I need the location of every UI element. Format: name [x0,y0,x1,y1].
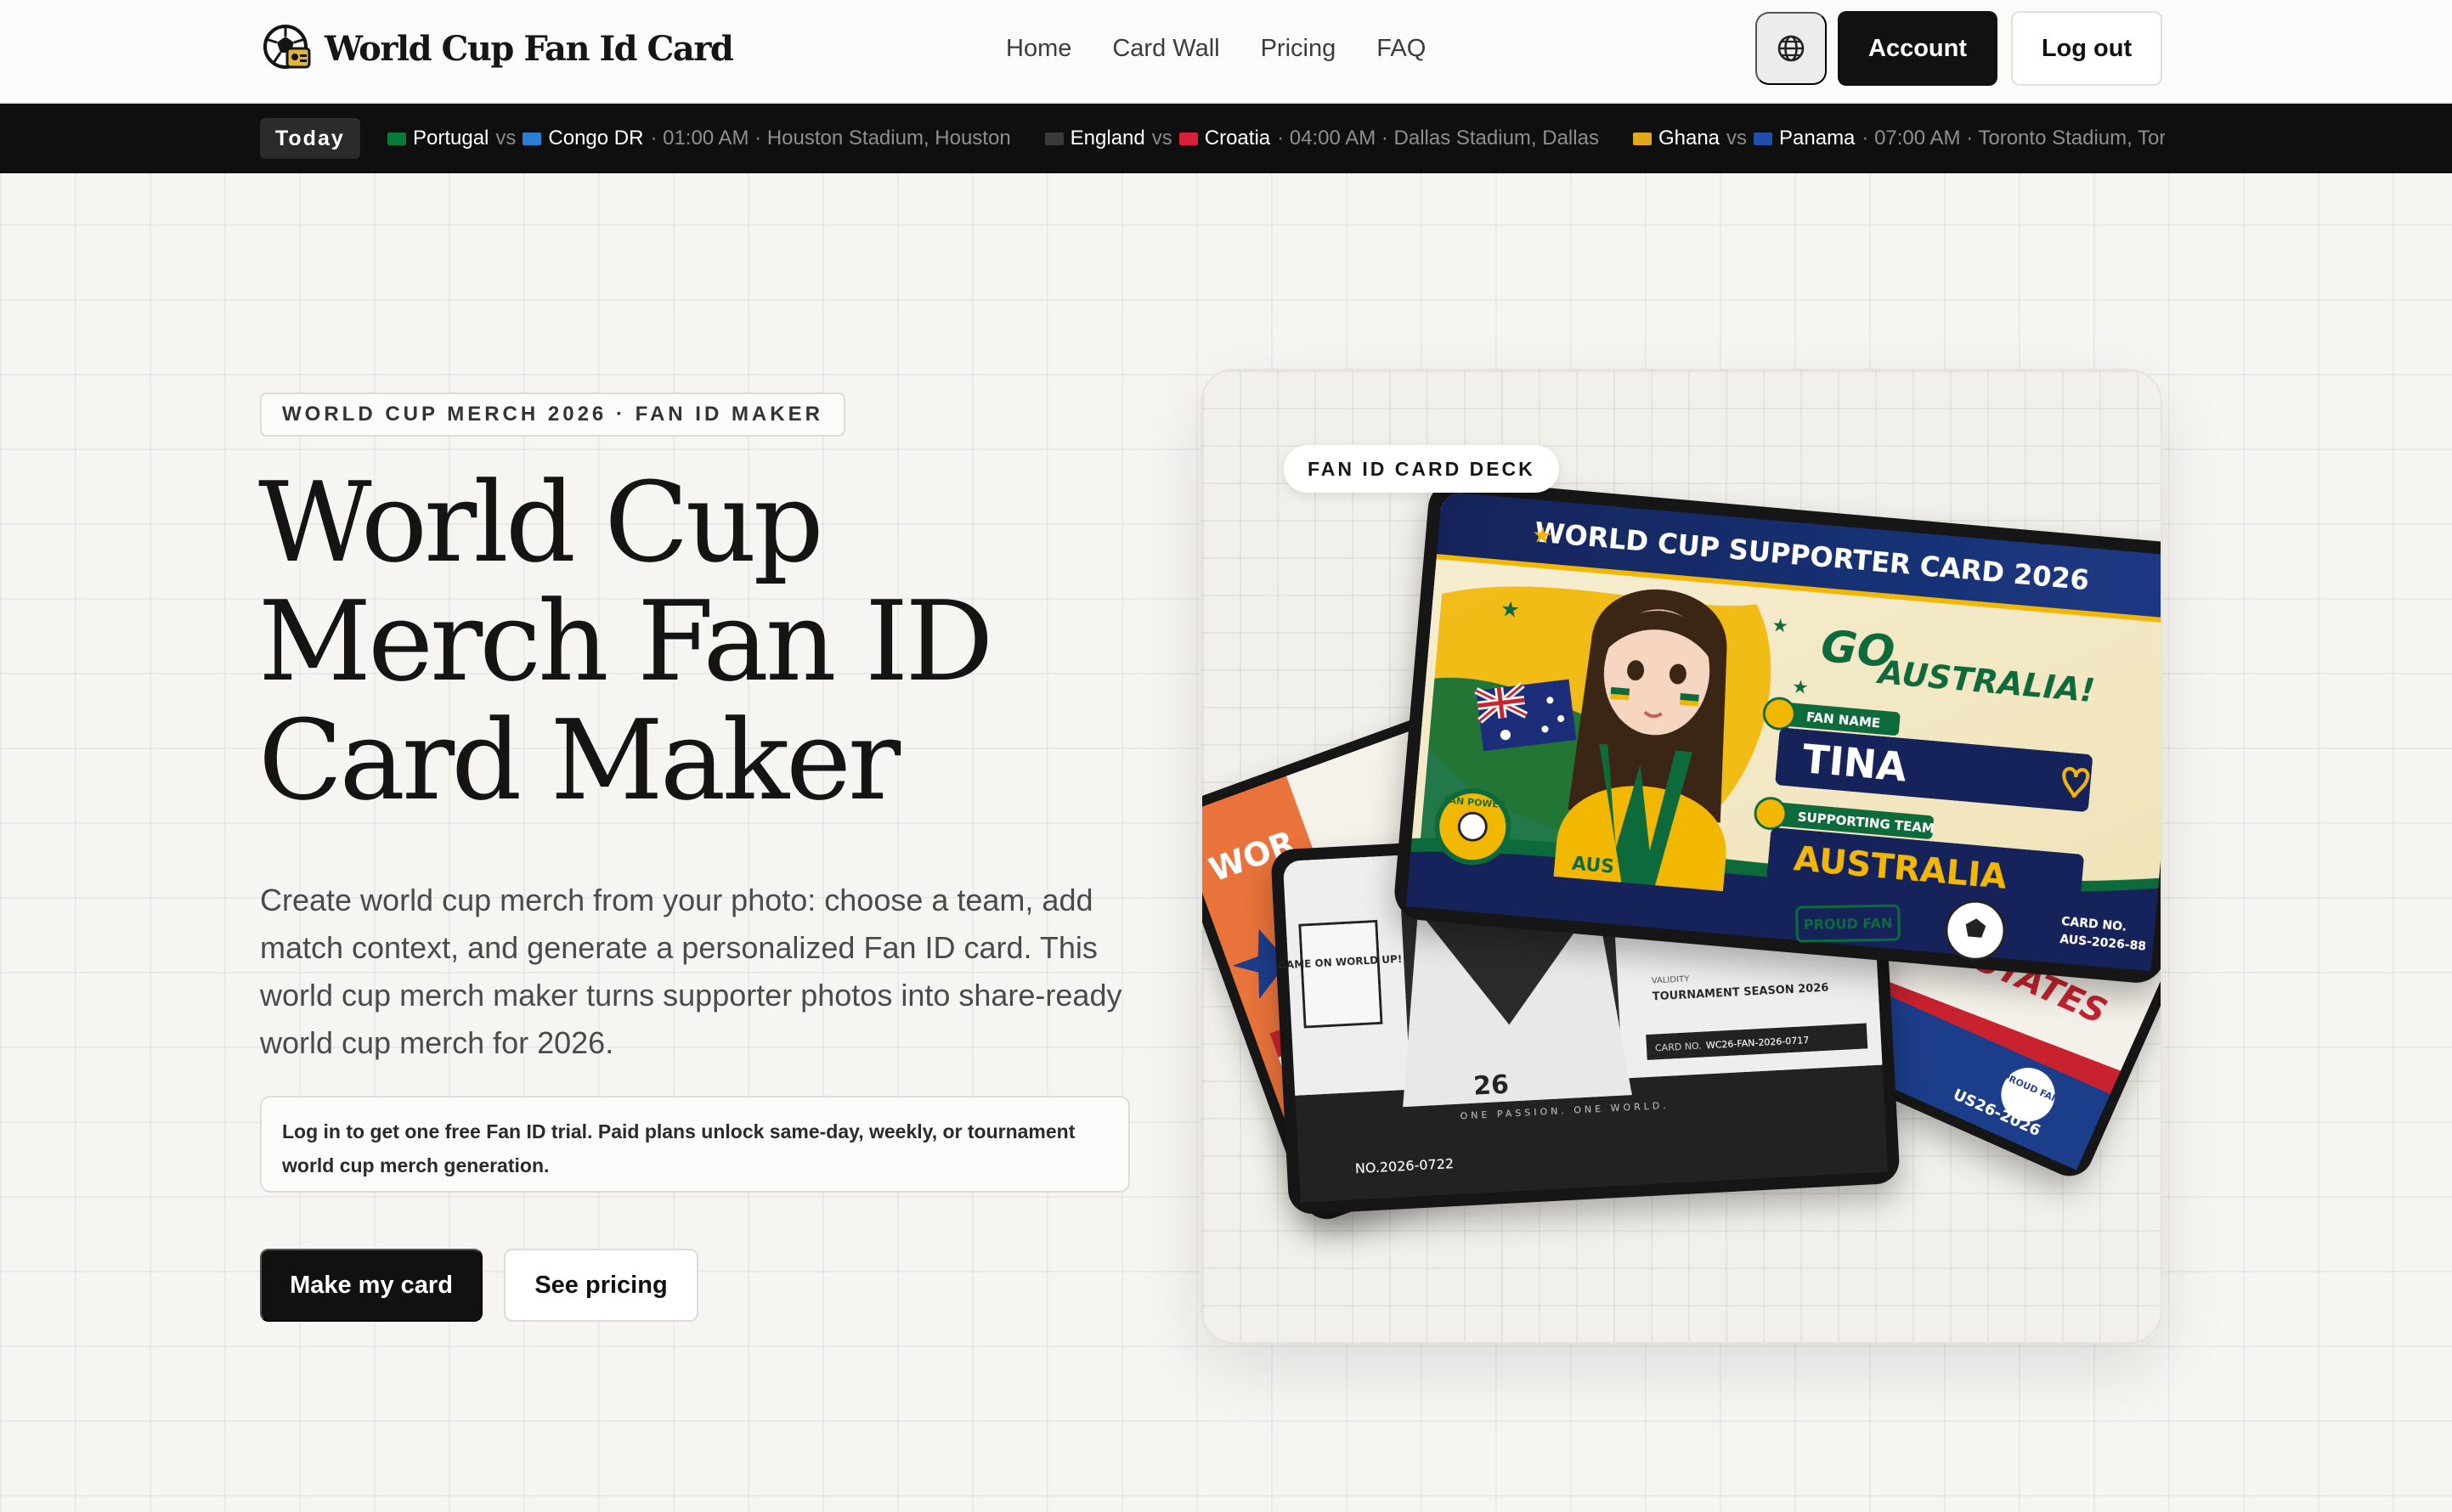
vs-label: vs [1151,127,1172,150]
vs-label: vs [495,127,517,150]
nav-faq[interactable]: FAQ [1376,31,1426,66]
site-header: World Cup Fan Id Card Home Card Wall Pri… [0,0,2452,104]
globe-icon [1777,35,1805,62]
away-team: Croatia [1204,127,1271,150]
ticker-track: Portugal vs Congo DR · 01:00 AM · Housto… [387,104,2165,173]
deck-label: FAN ID CARD DECK [1284,445,1559,493]
front-card-australia: WORLD CUP SUPPORTER CARD 2026 AUS FAN PO… [1394,480,2161,983]
match-details: · 07:00 AM · Toronto Stadium, Toronto [1862,127,2165,150]
match-item[interactable]: Ghana vs Panama · 07:00 AM · Toronto Sta… [1632,127,2165,150]
match-details: · 04:00 AM · Dallas Stadium, Dallas [1277,127,1599,150]
today-badge: Today [260,118,360,159]
brand-link[interactable]: World Cup Fan Id Card [262,22,734,75]
hero-title-line: Card Maker [258,696,901,825]
main-nav: Home Card Wall Pricing FAQ [1006,31,1426,66]
vs-label: vs [1726,127,1748,150]
nav-card-wall[interactable]: Card Wall [1112,31,1219,66]
flag-icon [387,132,406,145]
hero-title: World Cup Merch Fan ID Card Maker [258,463,1108,820]
home-team: Portugal [413,127,489,150]
jersey-text: AUS [1571,854,1615,878]
flag-icon [1754,132,1773,145]
svg-text:★: ★ [1531,522,1553,549]
make-card-button[interactable]: Make my card [260,1249,483,1322]
card-deck-illustration: STATES PROUD FAN US26-2026 WOR 26 GAME O… [1202,480,2161,1220]
flag-icon [1044,132,1064,145]
australia-flag-icon [1474,679,1577,752]
hero-description: Create world cup merch from your photo: … [260,883,1122,1060]
flag-icon [1178,132,1198,145]
hero-title-line: Merch Fan ID [258,577,994,706]
proud-fan-stamp: PROUD FAN [1804,915,1893,933]
match-ticker: Today Portugal vs Congo DR · 01:00 AM · … [0,104,2452,173]
home-team: England [1070,127,1145,150]
ticker-viewport: Today Portugal vs Congo DR · 01:00 AM · … [260,104,2165,173]
match-item[interactable]: Portugal vs Congo DR · 01:00 AM · Housto… [387,127,1011,150]
see-pricing-button[interactable]: See pricing [504,1249,698,1322]
flag-icon [523,132,542,145]
soccer-ball-logo-icon [263,25,311,69]
trial-notice: Log in to get one free Fan ID trial. Pai… [260,1096,1130,1193]
brand-name: World Cup Fan Id Card [325,28,734,69]
away-team: Congo DR [548,127,644,150]
middle-card-number: 26 [1472,1070,1510,1102]
match-item[interactable]: England vs Croatia · 04:00 AM · Dallas S… [1044,127,1599,150]
match-details: · 01:00 AM · Houston Stadium, Houston [650,127,1011,150]
home-team: Ghana [1658,127,1720,150]
away-team: Panama [1779,127,1856,150]
nav-home[interactable]: Home [1006,31,1071,66]
fan-name-value: TINA [1800,736,1908,791]
language-button[interactable] [1755,12,1827,85]
logout-button[interactable]: Log out [2011,11,2162,86]
flag-icon [1632,132,1652,145]
nav-pricing[interactable]: Pricing [1261,31,1336,66]
svg-text:★: ★ [1500,595,1522,623]
hero-eyebrow: WORLD CUP MERCH 2026 · FAN ID MAKER [260,392,845,437]
account-button[interactable]: Account [1838,11,1997,86]
svg-text:★: ★ [1791,675,1810,698]
card-deck-panel: FAN ID CARD DECK STATES PROUD FAN US26-2… [1201,369,2162,1344]
svg-text:★: ★ [1771,614,1789,637]
hero-title-line: World Cup [258,458,824,587]
